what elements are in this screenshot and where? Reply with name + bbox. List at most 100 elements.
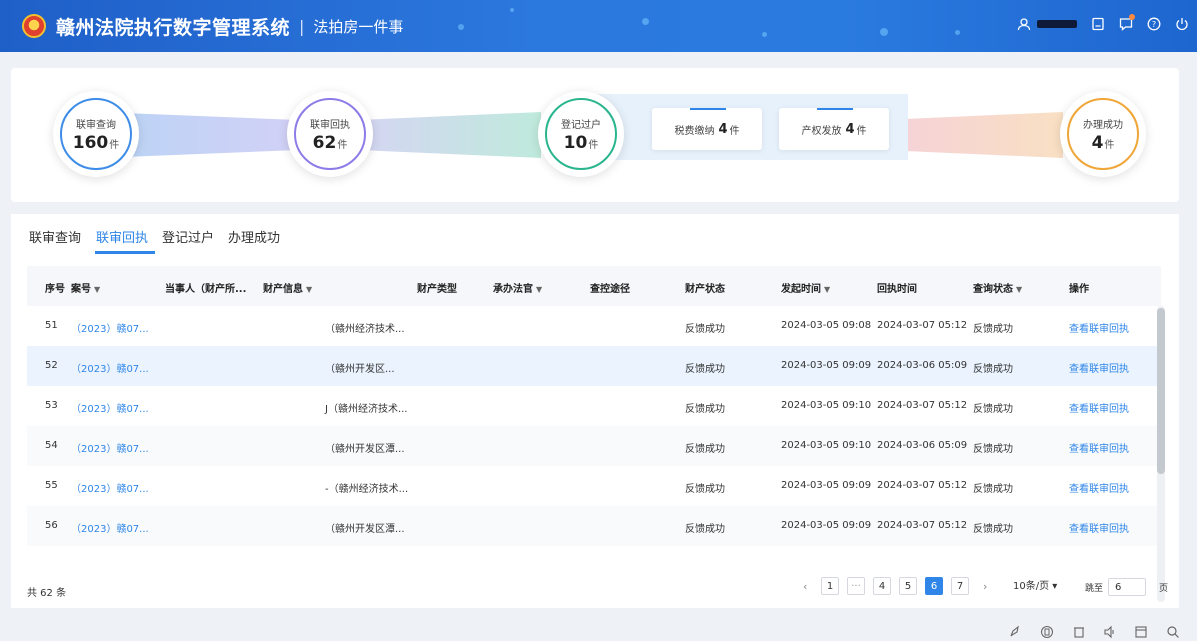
cell-query-status: 反馈成功 (973, 484, 1013, 495)
flow-subitem-title-deed[interactable]: 产权发放 4 件 (779, 108, 889, 150)
cell-case-number[interactable]: （2023）赣07... (71, 440, 149, 455)
view-receipt-link[interactable]: 查看联审回执 (1069, 440, 1129, 455)
page-ellipsis[interactable]: ··· (847, 577, 865, 595)
cell-start-time: 2024-03-05 09:09 (781, 360, 872, 371)
cell-case-number[interactable]: （2023）赣07... (71, 400, 149, 415)
page-button[interactable]: 5 (899, 577, 917, 595)
view-receipt-link[interactable]: 查看联审回执 (1069, 360, 1129, 375)
cell-case-number[interactable]: （2023）赣07... (71, 520, 149, 535)
prev-page-button[interactable]: ‹ (803, 580, 807, 593)
step-count: 10件 (563, 132, 599, 153)
cell-index: 51 (45, 320, 58, 331)
cell-index: 54 (45, 440, 58, 451)
view-receipt-link[interactable]: 查看联审回执 (1069, 520, 1129, 535)
svg-text:?: ? (1152, 20, 1156, 29)
page-size-select[interactable]: 10条/页 ▾ (1013, 577, 1057, 592)
search-icon[interactable] (1166, 625, 1180, 641)
col-header-asset-info[interactable]: 财产信息 ▼ (263, 280, 312, 295)
view-receipt-link[interactable]: 查看联审回执 (1069, 480, 1129, 495)
user-icon[interactable] (1017, 17, 1031, 31)
step-label: 办理成功 (1083, 119, 1123, 131)
flow-step-receipt[interactable]: 联审回执 62件 (287, 91, 373, 177)
user-name-redacted[interactable] (1037, 20, 1077, 28)
cell-receipt-time: 2024-03-07 05:12 (877, 320, 968, 331)
cell-case-number[interactable]: （2023）赣07... (71, 360, 149, 375)
cell-receipt-time: 2024-03-07 05:12 (877, 520, 968, 531)
tab-completed[interactable]: 办理成功 (228, 227, 280, 246)
step-count: 4件 (1091, 132, 1115, 153)
cell-start-time: 2024-03-05 09:09 (781, 480, 872, 491)
cell-query-status: 反馈成功 (973, 364, 1013, 375)
trash-icon[interactable] (1072, 625, 1086, 641)
cell-start-time: 2024-03-05 09:09 (781, 520, 872, 531)
power-icon[interactable] (1175, 17, 1189, 31)
col-header-asset-status: 财产状态 (685, 284, 725, 295)
table-row[interactable]: 53 （2023）赣07... J（赣州经济技术... 反馈成功 2024-03-05 … (27, 386, 1161, 426)
cell-receipt-time: 2024-03-07 05:12 (877, 400, 968, 411)
decorative-dot (510, 8, 514, 12)
window-icon[interactable] (1134, 625, 1148, 641)
cell-asset-status: 反馈成功 (685, 484, 725, 495)
next-page-button[interactable]: › (983, 580, 987, 593)
page-button[interactable]: 4 (873, 577, 891, 595)
filter-icon: ▼ (94, 285, 101, 294)
view-receipt-link[interactable]: 查看联审回执 (1069, 320, 1129, 335)
filter-icon: ▼ (824, 285, 831, 294)
view-receipt-link[interactable]: 查看联审回执 (1069, 400, 1129, 415)
cell-start-time: 2024-03-05 09:08 (781, 320, 872, 331)
cell-case-number[interactable]: （2023）赣07... (71, 480, 149, 495)
col-header-query-status[interactable]: 查询状态 ▼ (973, 280, 1022, 295)
rocket-icon[interactable] (1008, 625, 1022, 641)
cell-asset-info: （赣州开发区... (325, 364, 395, 375)
scrollbar-thumb[interactable] (1157, 308, 1165, 474)
tab-joint-query[interactable]: 联审查询 (29, 227, 81, 246)
cell-query-status: 反馈成功 (973, 404, 1013, 415)
table-row[interactable]: 52 （2023）赣07... （赣州开发区... 反馈成功 2024-03-05 09… (27, 346, 1161, 386)
document-icon[interactable] (1091, 17, 1105, 31)
flow-step-transfer[interactable]: 登记过户 10件 (538, 91, 624, 177)
col-header-judge[interactable]: 承办法官 ▼ (493, 280, 542, 295)
page-button[interactable]: 7 (951, 577, 969, 595)
app-title: 赣州法院执行数字管理系统 (56, 16, 291, 39)
flow-step-query[interactable]: 联审查询 160件 (53, 91, 139, 177)
filter-icon: ▼ (536, 285, 543, 294)
page-button[interactable]: 1 (821, 577, 839, 595)
table-header: 序号 案号 ▼ 当事人（财产所... 财产信息 ▼ 财产类型 承办法官 ▼ 查控途径 … (27, 266, 1161, 306)
cell-case-number[interactable]: （2023）赣07... (71, 320, 149, 335)
cell-index: 53 (45, 400, 58, 411)
cell-index: 56 (45, 520, 58, 531)
message-icon[interactable] (1119, 14, 1135, 31)
flow-step-success[interactable]: 办理成功 4件 (1060, 91, 1146, 177)
tab-registration-transfer[interactable]: 登记过户 (162, 227, 214, 246)
table-scrollbar[interactable] (1157, 306, 1165, 602)
table-row[interactable]: 54 （2023）赣07... （赣州开发区潭... 反馈成功 2024-03-05 0… (27, 426, 1161, 466)
cell-asset-info: （赣州经济技术... (325, 324, 405, 335)
step-label: 联审回执 (310, 119, 350, 131)
page-button-current[interactable]: 6 (925, 577, 943, 595)
table-row[interactable]: 56 （2023）赣07... （赣州开发区潭... 反馈成功 2024-03-05 0… (27, 506, 1161, 546)
page-suffix: 页 (1159, 584, 1169, 594)
flow-subitem-tax[interactable]: 税费缴纳 4 件 (652, 108, 762, 150)
subitem-label: 产权发放 (801, 125, 842, 137)
tab-joint-receipt[interactable]: 联审回执 (96, 227, 148, 246)
copy-icon[interactable] (1040, 625, 1054, 641)
cell-asset-info: -（赣州经济技术... (325, 484, 409, 495)
col-header-index: 序号 (45, 284, 65, 295)
table-row[interactable]: 51 （2023）赣07... （赣州经济技术... 反馈成功 2024-03-05 0… (27, 306, 1161, 346)
col-header-channel: 查控途径 (590, 284, 630, 295)
subitem-label: 税费缴纳 (674, 125, 715, 137)
cell-index: 52 (45, 360, 58, 371)
decorative-dot (955, 30, 960, 35)
court-emblem-icon (22, 14, 46, 38)
cell-asset-status: 反馈成功 (685, 524, 725, 535)
col-header-asset-type: 财产类型 (417, 284, 457, 295)
volume-icon[interactable] (1103, 625, 1117, 641)
cell-start-time: 2024-03-05 09:10 (781, 440, 872, 451)
col-header-case[interactable]: 案号 ▼ (71, 280, 100, 295)
table-row[interactable]: 55 （2023）赣07... -（赣州经济技术... 反馈成功 2024-03-05 … (27, 466, 1161, 506)
top-header: 赣州法院执行数字管理系统 | 法拍房一件事 ? (0, 0, 1197, 52)
jump-page-input[interactable] (1108, 578, 1146, 596)
help-icon[interactable]: ? (1147, 17, 1161, 31)
tab-bar: 联审查询 联审回执 登记过户 办理成功 (11, 214, 1179, 254)
col-header-start-time[interactable]: 发起时间 ▼ (781, 280, 830, 295)
